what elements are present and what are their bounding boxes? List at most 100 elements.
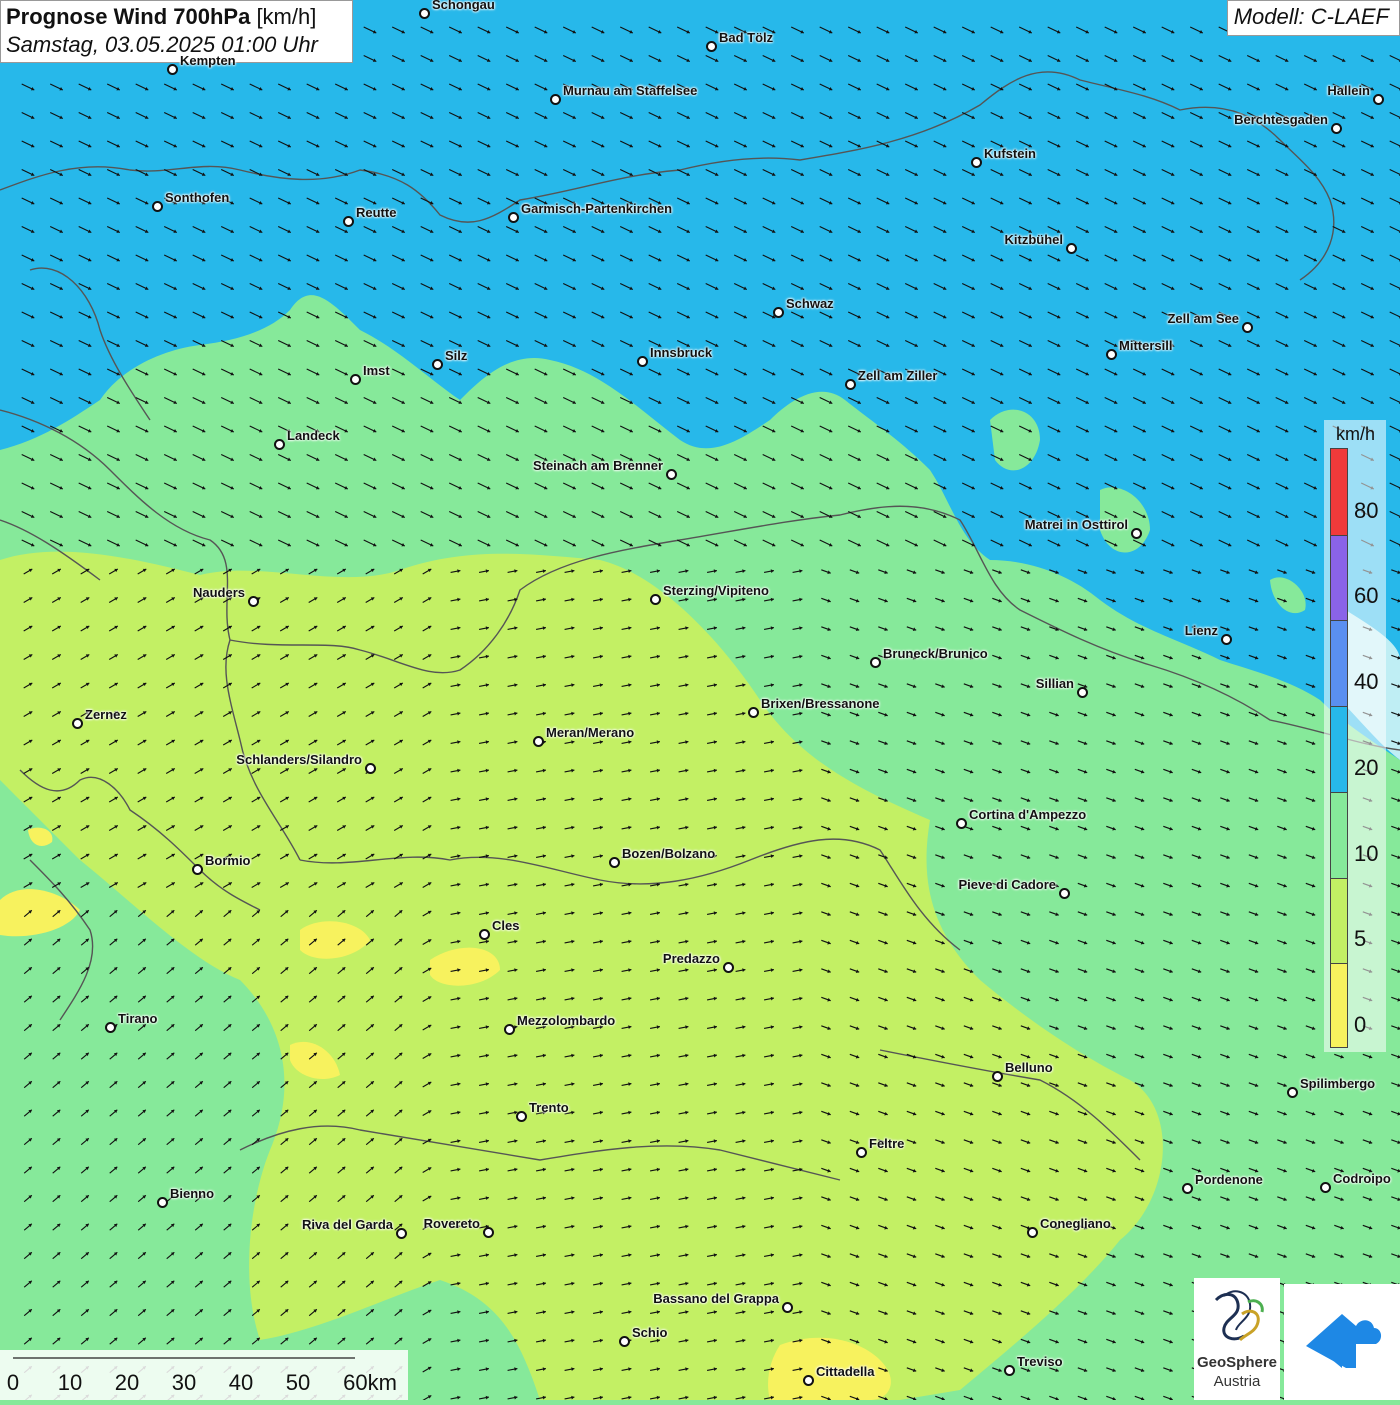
scale-label: 0 bbox=[6, 1370, 20, 1395]
scale-label: 40 bbox=[228, 1370, 254, 1395]
city-marker bbox=[856, 1147, 867, 1158]
city-label: Treviso bbox=[1017, 1354, 1063, 1369]
legend-label: 40 bbox=[1354, 669, 1379, 695]
city-label: Imst bbox=[363, 363, 390, 378]
city-marker bbox=[992, 1071, 1003, 1082]
legend-swatch bbox=[1331, 706, 1347, 792]
city-label: Pieve di Cadore bbox=[958, 877, 1056, 892]
legend-label: 10 bbox=[1354, 840, 1379, 866]
app-logo[interactable] bbox=[1284, 1284, 1400, 1400]
city-marker bbox=[723, 962, 734, 973]
city-marker bbox=[419, 8, 430, 19]
city-label: Sonthofen bbox=[165, 190, 230, 205]
city-label: Kitzbühel bbox=[1004, 232, 1064, 247]
city-marker bbox=[1221, 634, 1232, 645]
geosphere-logo-subtext: Austria bbox=[1213, 1373, 1261, 1390]
city-label: Reutte bbox=[356, 205, 397, 220]
city-marker bbox=[637, 356, 648, 367]
city-marker bbox=[1242, 322, 1253, 333]
city-marker bbox=[748, 707, 759, 718]
legend-swatch bbox=[1331, 791, 1347, 878]
city-label: Zell am See bbox=[1167, 311, 1239, 326]
city-marker bbox=[533, 736, 544, 747]
geosphere-emblem-icon bbox=[1214, 1290, 1264, 1342]
city-marker bbox=[550, 94, 561, 105]
city-label: Schongau bbox=[432, 0, 495, 12]
city-label: Tirano bbox=[118, 1011, 158, 1026]
city-marker bbox=[72, 718, 83, 729]
city-marker bbox=[167, 64, 178, 75]
city-label: Schlanders/Silandro bbox=[236, 752, 362, 767]
city-label: Matrei in Osttirol bbox=[1024, 517, 1128, 532]
color-legend: km/h 80 60 40 20 10 5 0 bbox=[1324, 420, 1386, 1052]
city-marker bbox=[1059, 888, 1070, 899]
city-marker bbox=[432, 359, 443, 370]
city-label: Steinach am Brenner bbox=[532, 458, 663, 473]
city-marker bbox=[666, 469, 677, 480]
city-label: Predazzo bbox=[662, 951, 720, 966]
geosphere-logo-text: GeoSphere bbox=[1196, 1354, 1278, 1371]
cloud-arrow-icon bbox=[1306, 1314, 1382, 1368]
legend-label: 0 bbox=[1354, 1012, 1367, 1037]
city-marker bbox=[619, 1336, 630, 1347]
city-label: Cittadella bbox=[816, 1364, 875, 1379]
city-marker bbox=[157, 1197, 168, 1208]
city-label: Zell am Ziller bbox=[858, 368, 938, 383]
city-label: Kempten bbox=[180, 53, 236, 68]
city-label: Garmisch-Partenkirchen bbox=[521, 201, 673, 216]
city-marker bbox=[396, 1228, 407, 1239]
city-label: Bruneck/Brunico bbox=[883, 646, 988, 661]
city-marker bbox=[479, 929, 490, 940]
city-marker bbox=[1066, 243, 1077, 254]
city-marker bbox=[248, 596, 259, 607]
city-marker bbox=[152, 201, 163, 212]
city-label: Mezzolombardo bbox=[517, 1013, 616, 1028]
city-marker bbox=[1077, 687, 1088, 698]
city-label: Lienz bbox=[1184, 623, 1218, 638]
city-label: Murnau am Staffelsee bbox=[563, 83, 698, 98]
legend-label: 5 bbox=[1354, 926, 1367, 952]
city-label: Trento bbox=[529, 1100, 569, 1115]
title-panel: Prognose Wind 700hPa [km/h] Samstag, 03.… bbox=[0, 0, 353, 63]
city-marker bbox=[782, 1302, 793, 1313]
city-label: Mittersill bbox=[1119, 338, 1173, 353]
scale-label: 20 bbox=[114, 1370, 140, 1395]
legend-swatch bbox=[1331, 877, 1347, 964]
legend-swatch bbox=[1331, 534, 1347, 621]
city-label: Zernez bbox=[85, 707, 127, 722]
legend-swatch bbox=[1331, 963, 1347, 1047]
city-label: Rovereto bbox=[423, 1216, 480, 1231]
city-marker bbox=[504, 1024, 515, 1035]
legend-color-bar bbox=[1330, 448, 1348, 1048]
city-label: Codroipo bbox=[1333, 1171, 1391, 1186]
city-marker bbox=[1004, 1365, 1015, 1376]
city-marker bbox=[1320, 1182, 1331, 1193]
city-label: Bassano del Grappa bbox=[653, 1291, 779, 1306]
city-label: Spilimbergo bbox=[1300, 1076, 1376, 1091]
scale-label: 60km bbox=[343, 1370, 397, 1395]
city-label: Schwaz bbox=[786, 296, 834, 311]
legend-unit: km/h bbox=[1336, 424, 1376, 444]
city-label: Berchtesgaden bbox=[1234, 112, 1328, 127]
legend-label: 20 bbox=[1354, 754, 1379, 780]
city-label: Feltre bbox=[869, 1136, 905, 1151]
city-label: Meran/Merano bbox=[546, 725, 635, 740]
city-label: Hallein bbox=[1327, 83, 1370, 98]
scale-label: 50 bbox=[285, 1370, 311, 1395]
scale-label: 10 bbox=[57, 1370, 83, 1395]
city-marker bbox=[956, 818, 967, 829]
legend-label: 80 bbox=[1354, 497, 1379, 523]
city-marker bbox=[650, 594, 661, 605]
city-label: Sillian bbox=[1035, 676, 1074, 691]
city-marker bbox=[609, 857, 620, 868]
scale-bar: 0 10 20 30 40 50 60km bbox=[0, 1350, 408, 1400]
city-marker bbox=[1331, 123, 1342, 134]
city-label: Riva del Garda bbox=[301, 1217, 393, 1232]
scale-label: 30 bbox=[171, 1370, 197, 1395]
city-label: Pordenone bbox=[1195, 1172, 1263, 1187]
model-label: Modell: C-LAEF bbox=[1226, 0, 1400, 36]
city-label: Nauders bbox=[192, 585, 245, 600]
city-label: Cortina d'Ampezzo bbox=[969, 807, 1087, 822]
city-marker bbox=[773, 307, 784, 318]
city-marker bbox=[1106, 349, 1117, 360]
